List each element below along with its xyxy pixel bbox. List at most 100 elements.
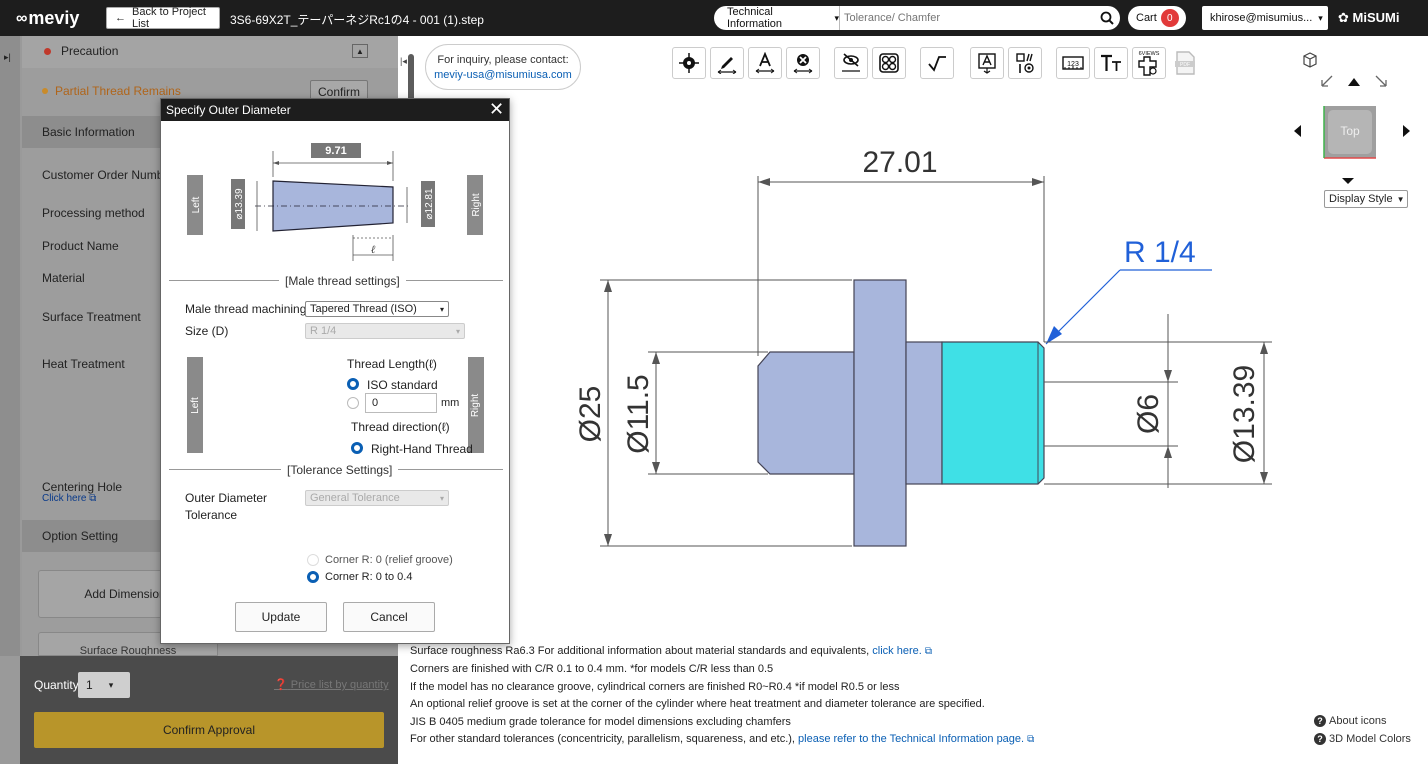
back-to-project-list-button[interactable]: ← Back to Project List [106,6,220,30]
partial-thread-label[interactable]: Partial Thread Remains [55,84,181,98]
note-corners: Corners are finished with C/R 0.1 to 0.4… [410,663,774,675]
crosshair-tool-button[interactable] [672,47,706,79]
rotate-ccw-icon[interactable] [1321,75,1333,87]
right-hand-thread-label: Right-Hand Thread [371,442,473,456]
misumi-logo[interactable]: ✿ MiSUMi [1338,10,1399,26]
chevron-down-icon: ▾ [108,679,114,690]
about-icons-label: About icons [1329,715,1387,727]
hide-dimension-tool-button[interactable] [834,47,868,79]
view-cube[interactable]: Top [1323,106,1376,159]
iso-standard-radio[interactable] [347,378,359,390]
search-category-select[interactable]: Technical Information ▾ [714,6,840,30]
collapse-left-icon[interactable]: |◂ [400,56,407,67]
collapse-panel-icon[interactable]: ▸| [4,52,11,63]
meviy-logo[interactable]: ∞ meviy [16,8,79,29]
tolerance-select[interactable]: General Tolerance ▾ [305,490,449,506]
collapse-up-icon[interactable]: ▲ [352,44,368,58]
help-circle-icon: ? [1314,733,1326,745]
cancel-button[interactable]: Cancel [343,602,435,632]
corner-r04-radio[interactable] [307,571,319,583]
arrow-up-icon[interactable] [1348,78,1360,86]
geometric-tolerance-tool-button[interactable] [1008,47,1042,79]
display-style-select[interactable]: Display Style ▼ [1324,190,1408,208]
thread-length-input[interactable] [365,393,437,413]
back-label: Back to Project List [132,6,206,30]
field-product-name: Product Name [42,239,119,253]
misumi-mark-icon: ✿ [1338,10,1349,25]
annotation-a-icon [978,53,996,74]
chevron-down-icon: ▾ [439,304,444,314]
precaution-label: Precaution [61,44,119,58]
machining-value: Tapered Thread (ISO) [310,303,417,315]
cart-button[interactable]: Cart 0 [1128,6,1186,30]
pdf-file-icon: PDF [1175,51,1195,75]
export-pdf-button[interactable]: PDF [1170,47,1200,79]
field-centering-hole: Centering Hole [42,480,123,494]
numeric-display-tool-button[interactable]: 123 [1056,47,1090,79]
contact-email-link[interactable]: meviy-usa@misumiusa.com [426,68,580,83]
arrow-down-icon[interactable] [1342,178,1354,184]
iso-standard-label: ISO standard [367,378,438,392]
arrow-left-icon[interactable] [1294,125,1301,137]
dia-13-39-label: Ø13.39 [1228,365,1261,463]
centering-hole-link[interactable]: Click here ⧉ [42,493,96,504]
technical-info-link[interactable]: please refer to the Technical Informatio… [798,733,1034,745]
text-size-tool-button[interactable] [1094,47,1128,79]
search-icon[interactable] [1094,6,1120,30]
machining-select[interactable]: Tapered Thread (ISO) ▾ [305,301,449,317]
note-roughness-text: Surface roughness Ra6.3 For additional i… [410,645,870,657]
contact-bubble: For inquiry, please contact: meviy-usa@m… [425,44,581,90]
hole-pattern-tool-button[interactable] [872,47,906,79]
right-hand-thread-radio[interactable] [351,442,363,454]
custom-length-radio[interactable] [347,397,359,409]
model-colors-link[interactable]: ? 3D Model Colors [1314,733,1411,745]
six-views-icon: 6VIEWS [1138,51,1160,76]
thread-callout-label: R 1/4 [1124,236,1196,269]
confirm-approval-button[interactable]: Confirm Approval [34,712,384,748]
right-tag: Right [471,193,482,217]
dimension-edit-tool-button[interactable] [710,47,744,79]
about-icons-link[interactable]: ? About icons [1314,715,1386,727]
six-views-tool-button[interactable]: 6VIEWS [1132,47,1166,79]
size-value: R 1/4 [310,325,337,337]
update-button[interactable]: Update [235,602,327,632]
arrow-right-icon[interactable] [1403,125,1410,137]
delete-dimension-icon [793,54,813,74]
close-icon[interactable]: ✕ [489,100,504,118]
price-list-link[interactable]: ❓ Price list by quantity [274,678,389,691]
file-title: 3S6-69X2T_テーパーネジRc1の4 - 001 (1).step [230,13,484,27]
search-input[interactable] [840,6,1094,30]
meviy-logo-icon: ∞ [16,9,27,27]
quantity-select[interactable]: 1 ▾ [78,672,130,698]
orange-dot-icon [42,88,48,94]
right-side-label: Right [470,393,482,417]
field-processing-method: Processing method [42,206,145,220]
size-select[interactable]: R 1/4 ▾ [305,323,465,339]
dimension-delete-tool-button[interactable] [786,47,820,79]
length-dim-label: 9.71 [325,145,346,157]
home-view-icon[interactable] [1303,52,1317,68]
roughness-check-icon [928,56,946,72]
user-email: khirose@misumius... [1210,12,1313,24]
material-standards-link[interactable]: click here. ⧉ [872,645,932,657]
note-clearance-groove: If the model has no clearance groove, cy… [410,681,900,693]
dimension-label-tool-button[interactable] [748,47,782,79]
note-other-tolerances: For other standard tolerances (concentri… [410,733,1034,745]
user-menu[interactable]: khirose@misumius... ▾ [1202,6,1328,30]
cart-count-badge: 0 [1160,9,1179,27]
left-collapse-strip: ▸| [0,36,20,656]
rotate-cw-icon[interactable] [1375,75,1387,87]
field-material: Material [42,271,85,285]
cube-face-label: Top [1340,124,1360,138]
tolerance-settings-header: [Tolerance Settings] [281,463,399,477]
misumi-text: MiSUMi [1352,10,1400,25]
specify-outer-diameter-dialog: Specify Outer Diameter ✕ Left Right 9.71… [160,98,510,644]
corner-r0-radio[interactable] [307,554,319,566]
ruler-numbers-icon: 123 [1062,56,1084,70]
left-tag: Left [191,196,202,213]
annotation-tool-button[interactable] [970,47,1004,79]
surface-roughness-tool-button[interactable] [920,47,954,79]
chevron-down-icon: ▾ [1318,12,1323,23]
letter-a-dimension-icon [755,52,775,74]
chevron-down-icon: ▾ [834,12,839,23]
